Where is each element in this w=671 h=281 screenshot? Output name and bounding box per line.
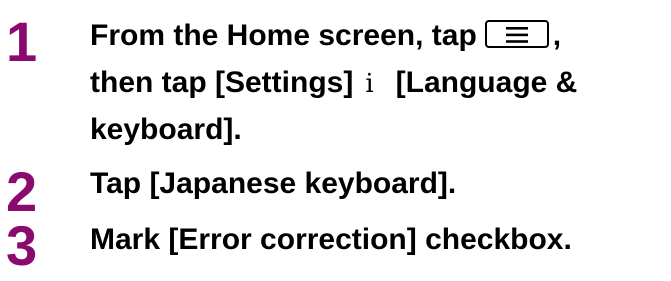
step-text-segment: , (552, 19, 562, 52)
step-instruction: Mark [Error correction] checkbox. (90, 223, 572, 256)
step-text-segment: [Language & (395, 66, 578, 99)
step-line: then tap [Settings] i [Language & (90, 59, 663, 106)
step-number: 2 (6, 160, 37, 223)
step-number: 3 (6, 214, 37, 277)
menu-key-icon (484, 20, 549, 49)
step-text-segment: From the Home screen, tap (90, 19, 477, 52)
step-instruction: From the Home screen, tap, then tap [Set… (90, 12, 663, 153)
step-number: 1 (6, 10, 37, 73)
step-line: From the Home screen, tap, (90, 12, 663, 59)
step-line: keyboard]. (90, 113, 242, 146)
step-text-segment: then tap [Settings] (90, 66, 354, 99)
separator-glyph: i (365, 69, 374, 99)
step-instruction: Tap [Japanese keyboard]. (90, 167, 457, 200)
